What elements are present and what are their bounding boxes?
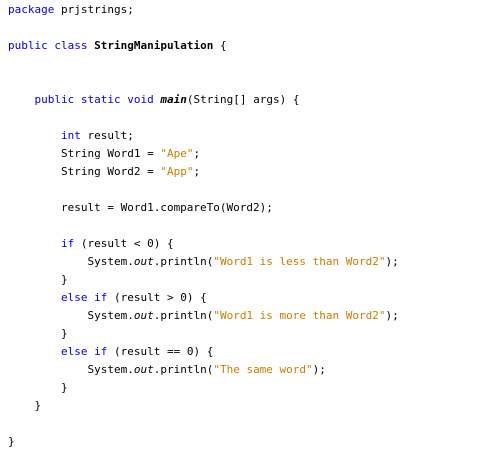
code-token: .println( <box>153 363 214 376</box>
code-line[interactable] <box>0 181 488 199</box>
code-token: (result > 0) { <box>107 291 207 304</box>
code-token: } <box>8 399 42 412</box>
code-line[interactable]: System.out.println("Word1 is less than W… <box>0 253 488 271</box>
code-token: (result == 0) { <box>107 345 214 358</box>
code-line[interactable]: System.out.println("Word1 is more than W… <box>0 307 488 325</box>
code-token: } <box>8 327 68 340</box>
code-line[interactable]: } <box>0 379 488 397</box>
string-literal-token: "The same word" <box>213 363 313 376</box>
keyword-token: if <box>94 345 108 358</box>
code-line[interactable]: package prjstrings; <box>0 1 488 19</box>
method-name-token: main <box>160 93 187 106</box>
field-token: out <box>133 255 154 268</box>
class-name-token: StringManipulation <box>94 39 214 52</box>
code-line[interactable] <box>0 19 488 37</box>
code-token: .println( <box>153 309 214 322</box>
code-token: prjstrings; <box>54 3 134 16</box>
string-literal-token: "App" <box>160 165 194 178</box>
keyword-token: int <box>60 129 81 142</box>
code-line[interactable]: String Word1 = "Ape"; <box>0 145 488 163</box>
code-line[interactable]: result = Word1.compareTo(Word2); <box>0 199 488 217</box>
code-token: { <box>213 39 227 52</box>
keyword-token: class <box>54 39 88 52</box>
code-line[interactable] <box>0 55 488 73</box>
code-token: } <box>8 435 15 448</box>
field-token: out <box>133 309 154 322</box>
code-line[interactable]: public class StringManipulation { <box>0 37 488 55</box>
code-token: String Word2 = <box>8 165 161 178</box>
code-line[interactable] <box>0 415 488 433</box>
code-token: System. <box>8 309 134 322</box>
keyword-token: if <box>94 291 108 304</box>
string-literal-token: "Word1 is less than Word2" <box>213 255 386 268</box>
code-token: System. <box>8 363 134 376</box>
code-token: (result < 0) { <box>74 237 174 250</box>
keyword-token: static <box>80 93 121 106</box>
code-line[interactable] <box>0 217 488 235</box>
code-token: ; <box>193 165 201 178</box>
code-token: .println( <box>153 255 214 268</box>
code-editor[interactable]: package prjstrings; public class StringMa… <box>0 0 488 454</box>
keyword-token: public <box>8 39 48 52</box>
code-line[interactable] <box>0 109 488 127</box>
code-line[interactable]: } <box>0 271 488 289</box>
code-token: } <box>8 273 68 286</box>
code-line[interactable] <box>0 73 488 91</box>
code-token: System. <box>8 255 134 268</box>
code-line[interactable]: String Word2 = "App"; <box>0 163 488 181</box>
keyword-token: void <box>127 93 154 106</box>
keyword-token: public <box>34 93 75 106</box>
code-token: ; <box>193 147 201 160</box>
code-line[interactable]: else if (result > 0) { <box>0 289 488 307</box>
code-line[interactable]: public static void main(String[] args) { <box>0 91 488 109</box>
code-token: ); <box>312 363 326 376</box>
code-token: ); <box>385 255 399 268</box>
code-line[interactable]: } <box>0 397 488 415</box>
code-token: ); <box>385 309 399 322</box>
code-token: result; <box>80 129 134 142</box>
code-line[interactable]: if (result < 0) { <box>0 235 488 253</box>
code-token: result = Word1.compareTo(Word2); <box>8 201 273 214</box>
keyword-token: else <box>60 291 88 304</box>
code-token: } <box>8 381 68 394</box>
field-token: out <box>133 363 154 376</box>
code-line[interactable]: } <box>0 433 488 451</box>
code-line[interactable]: System.out.println("The same word"); <box>0 361 488 379</box>
string-literal-token: "Ape" <box>160 147 194 160</box>
code-line[interactable]: int result; <box>0 127 488 145</box>
keyword-token: else <box>60 345 88 358</box>
code-line[interactable]: else if (result == 0) { <box>0 343 488 361</box>
keyword-token: package <box>8 3 55 16</box>
code-line[interactable]: } <box>0 325 488 343</box>
code-token: String Word1 = <box>8 147 161 160</box>
code-token: (String[] args) { <box>186 93 300 106</box>
keyword-token: if <box>60 237 75 250</box>
string-literal-token: "Word1 is more than Word2" <box>213 309 386 322</box>
